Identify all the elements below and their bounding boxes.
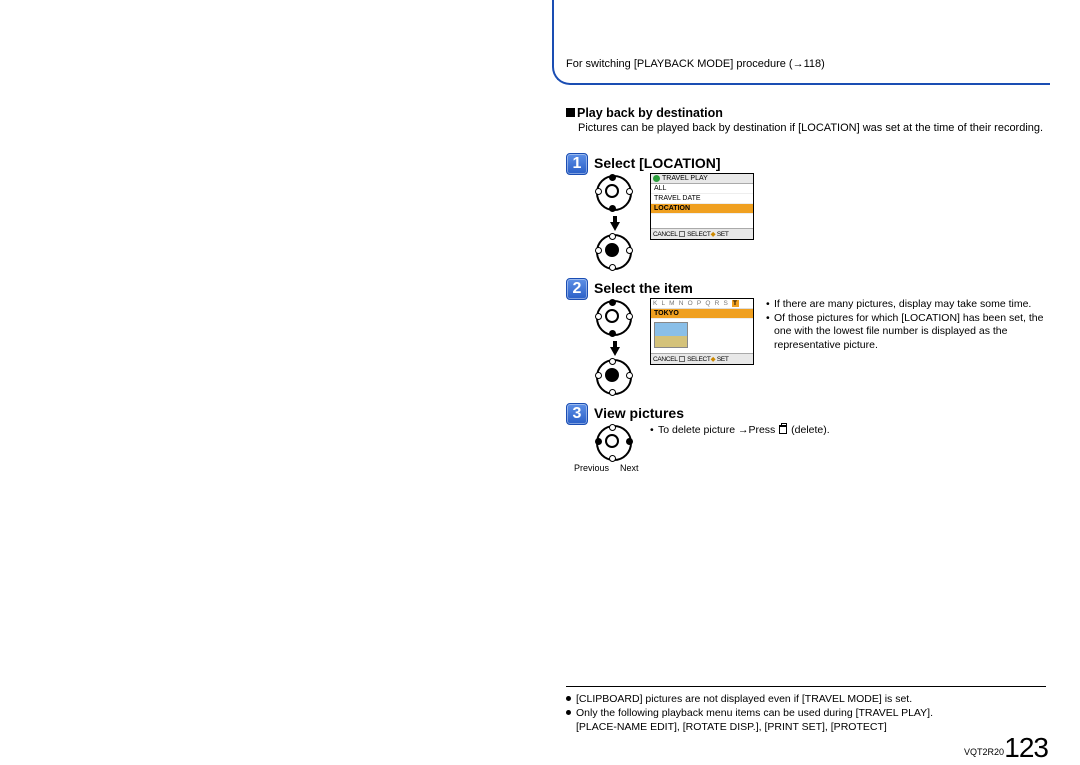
trash-icon: [779, 425, 787, 434]
step-2-badge: 2: [566, 278, 588, 300]
dpad-set-icon-2: [596, 359, 632, 395]
footnotes: [CLIPBOARD] pictures are not displayed e…: [566, 692, 1046, 735]
alpha-strip: K L M N O P Q R S T: [651, 299, 753, 309]
step-3-title: View pictures: [594, 405, 684, 421]
dpad-set-icon: [596, 234, 632, 270]
next-label: Next: [620, 463, 639, 473]
square-bullet-icon: [566, 108, 575, 117]
screen1-footer: CANCEL SELECT◆ SET: [651, 228, 753, 239]
step-3-notes: To delete picture →Press (delete).: [650, 424, 1040, 438]
section-description: Pictures can be played back by destinati…: [578, 122, 1048, 136]
screen2-footer: CANCEL SELECT◆ SET: [651, 353, 753, 364]
step-2-title: Select the item: [594, 280, 693, 296]
step2-note-1: If there are many pictures, display may …: [766, 298, 1046, 312]
step-1-title: Select [LOCATION]: [594, 155, 721, 171]
screen1-row-location: LOCATION: [651, 204, 753, 214]
screen-location-picker: K L M N O P Q R S T TOKYO CANCEL SELECT◆…: [650, 298, 754, 365]
dpad-icon: [596, 175, 632, 211]
manual-page: For switching [PLAYBACK MODE] procedure …: [552, 0, 1062, 765]
prev-label: Previous: [574, 463, 609, 473]
screen2-location: TOKYO: [651, 309, 753, 319]
page-number: 123: [1004, 732, 1048, 764]
step-2-notes: If there are many pictures, display may …: [766, 298, 1046, 353]
step-3-badge: 3: [566, 403, 588, 425]
screen1-title: TRAVEL PLAY: [662, 175, 708, 182]
globe-icon: [653, 175, 660, 182]
thumbnail-image: [654, 322, 688, 348]
section-heading-text: Play back by destination: [577, 106, 723, 120]
footnote-1: [CLIPBOARD] pictures are not displayed e…: [566, 692, 1046, 706]
top-note-text: For switching [PLAYBACK MODE] procedure …: [566, 58, 825, 70]
arrow-down-icon: [610, 222, 620, 231]
arrow-down-icon-2: [610, 347, 620, 356]
screen-travel-play: TRAVEL PLAY ALL TRAVEL DATE LOCATION CAN…: [650, 173, 754, 240]
screen1-row-all: ALL: [651, 184, 753, 194]
section-heading: Play back by destination: [566, 106, 723, 120]
step-1-badge: 1: [566, 153, 588, 175]
screen1-row-traveldate: TRAVEL DATE: [651, 194, 753, 204]
callout-frame: [552, 0, 1050, 85]
dpad-icon-2: [596, 300, 632, 336]
step2-note-2: Of those pictures for which [LOCATION] h…: [766, 312, 1046, 353]
separator-line: [566, 686, 1046, 687]
dpad-lr-icon: [596, 425, 632, 461]
footnote-2: Only the following playback menu items c…: [566, 706, 1046, 734]
doc-id: VQT2R20: [964, 747, 1004, 757]
step3-delete-note: To delete picture →Press (delete).: [650, 424, 1040, 438]
